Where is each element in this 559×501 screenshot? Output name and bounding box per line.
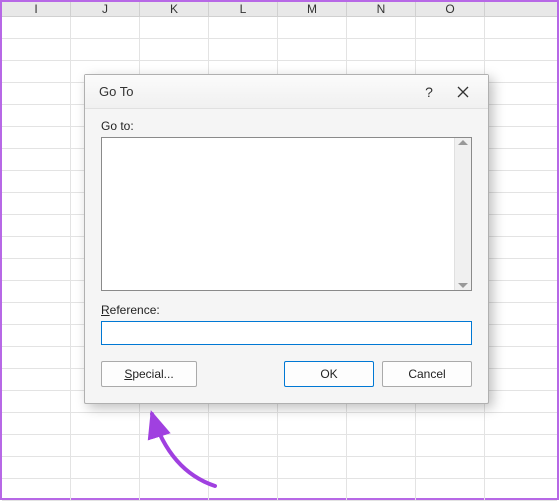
dialog-buttons: Special... OK Cancel bbox=[85, 361, 488, 403]
grid-row bbox=[2, 413, 557, 435]
column-headers-row: I J K L M N O bbox=[2, 2, 557, 17]
cancel-button[interactable]: Cancel bbox=[382, 361, 472, 387]
scroll-up-icon[interactable] bbox=[458, 140, 468, 145]
help-icon[interactable]: ? bbox=[412, 78, 446, 106]
special-button[interactable]: Special... bbox=[101, 361, 197, 387]
grid-row bbox=[2, 479, 557, 501]
col-header[interactable]: N bbox=[347, 2, 416, 16]
dialog-title: Go To bbox=[99, 84, 412, 99]
close-icon[interactable] bbox=[446, 78, 480, 106]
col-header[interactable]: M bbox=[278, 2, 347, 16]
dialog-titlebar[interactable]: Go To ? bbox=[85, 75, 488, 109]
ok-button[interactable]: OK bbox=[284, 361, 374, 387]
goto-label: Go to: bbox=[101, 119, 472, 133]
col-header[interactable]: J bbox=[71, 2, 140, 16]
col-header[interactable]: K bbox=[140, 2, 209, 16]
scroll-down-icon[interactable] bbox=[458, 283, 468, 288]
grid-row bbox=[2, 39, 557, 61]
goto-listbox[interactable] bbox=[101, 137, 472, 291]
grid-row bbox=[2, 435, 557, 457]
col-header[interactable]: O bbox=[416, 2, 485, 16]
goto-dialog: Go To ? Go to: Reference: Special... OK … bbox=[84, 74, 489, 404]
col-header[interactable]: L bbox=[209, 2, 278, 16]
col-header[interactable]: I bbox=[2, 2, 71, 16]
reference-label: Reference: bbox=[101, 303, 472, 317]
grid-row bbox=[2, 17, 557, 39]
reference-input[interactable] bbox=[101, 321, 472, 345]
grid-row bbox=[2, 457, 557, 479]
dialog-body: Go to: Reference: bbox=[85, 109, 488, 361]
scrollbar[interactable] bbox=[454, 138, 471, 290]
